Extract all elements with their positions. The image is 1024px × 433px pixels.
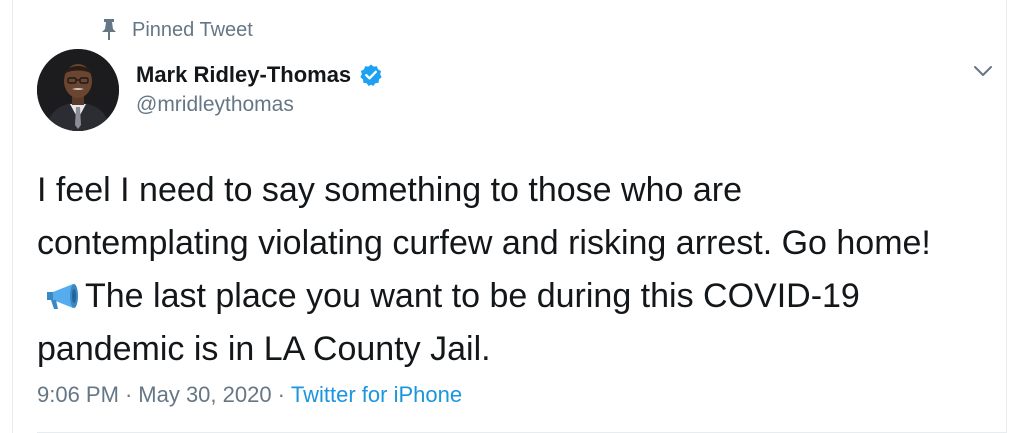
pin-icon xyxy=(102,19,116,40)
tweet-text-part1: I feel I need to say something to those … xyxy=(37,171,931,262)
handle[interactable]: @mridleythomas xyxy=(136,93,294,117)
tweet-card: Pinned Tweet Mark Ridley-Thomas @mridley… xyxy=(0,0,1024,433)
tweet-text-part2: The last place you want to be during thi… xyxy=(37,277,860,368)
avatar[interactable] xyxy=(37,49,119,131)
avatar-image xyxy=(37,49,119,131)
tweet-right-border xyxy=(1006,0,1007,433)
pinned-indicator: Pinned Tweet xyxy=(100,16,253,44)
tweet-source-link[interactable]: Twitter for iPhone xyxy=(291,382,462,407)
tweet-left-border xyxy=(12,0,13,433)
display-name[interactable]: Mark Ridley-Thomas xyxy=(136,62,351,88)
tweet-text: I feel I need to say something to those … xyxy=(37,164,937,376)
tweet-time[interactable]: 9:06 PM xyxy=(37,382,119,407)
tweet-date[interactable]: May 30, 2020 xyxy=(138,382,271,407)
author-name-row[interactable]: Mark Ridley-Thomas xyxy=(136,60,383,90)
verified-badge-icon xyxy=(360,64,382,86)
pinned-label: Pinned Tweet xyxy=(132,18,253,41)
megaphone-icon xyxy=(47,284,78,309)
chevron-down-icon[interactable] xyxy=(970,60,996,82)
meta-separator: · xyxy=(277,382,285,407)
meta-separator: · xyxy=(124,382,133,407)
tweet-meta: 9:06 PM · May 30, 2020 · Twitter for iPhone xyxy=(37,382,462,408)
